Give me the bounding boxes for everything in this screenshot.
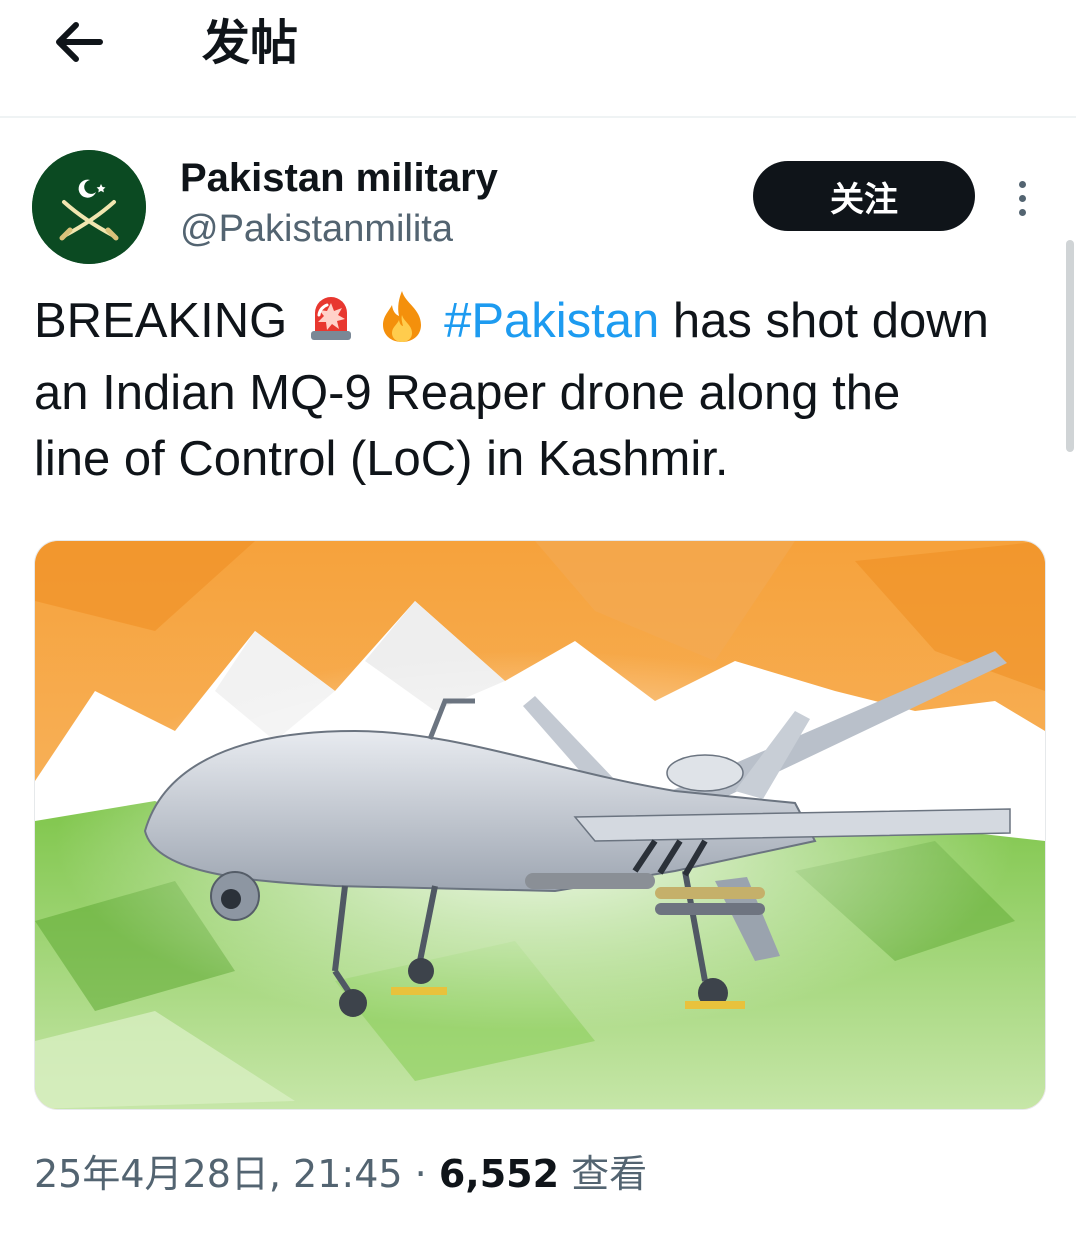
post-text-line2: an Indian MQ-9 Reaper drone along the <box>34 366 901 420</box>
top-bar: 发帖 <box>0 0 1076 118</box>
author-handle: @Pakistanmilita <box>180 208 453 250</box>
ellipsis-dot <box>1018 194 1026 202</box>
meta-separator: · <box>402 1152 439 1196</box>
header-divider <box>0 116 1076 118</box>
post-text-lead: BREAKING <box>34 294 288 348</box>
back-button[interactable] <box>48 14 108 70</box>
vertical-ellipsis-icon <box>1018 180 1026 188</box>
drone-over-tricolor-image <box>35 541 1045 1109</box>
follow-button[interactable]: 关注 <box>753 161 975 231</box>
post-metadata: 25年4月28日, 21:45 · 6,552 查看 <box>34 1146 647 1202</box>
post-media[interactable] <box>34 540 1046 1110</box>
scrollbar[interactable] <box>1066 240 1074 452</box>
hashtag-link[interactable]: #Pakistan <box>444 294 659 348</box>
post-timestamp[interactable]: 25年4月28日, 21:45 <box>34 1152 403 1196</box>
avatar[interactable] <box>32 150 146 264</box>
rotating-light-icon <box>304 289 358 360</box>
post-text: BREAKING #Pakistan has shot down an Indi… <box>34 288 1044 492</box>
view-count-label: 查看 <box>559 1152 648 1196</box>
more-options-button[interactable] <box>1004 170 1040 226</box>
view-count: 6,552 <box>438 1152 560 1196</box>
post-text-line1-rest: has shot down <box>659 294 989 348</box>
author-name[interactable]: Pakistan military <box>180 152 498 204</box>
fire-icon <box>377 289 427 360</box>
page-title: 发帖 <box>202 15 299 71</box>
arrow-left-icon <box>56 22 103 62</box>
crescent-swords-emblem <box>32 150 146 264</box>
post-text-line3: line of Control (LoC) in Kashmir. <box>34 432 729 486</box>
ellipsis-dot <box>1018 208 1026 216</box>
